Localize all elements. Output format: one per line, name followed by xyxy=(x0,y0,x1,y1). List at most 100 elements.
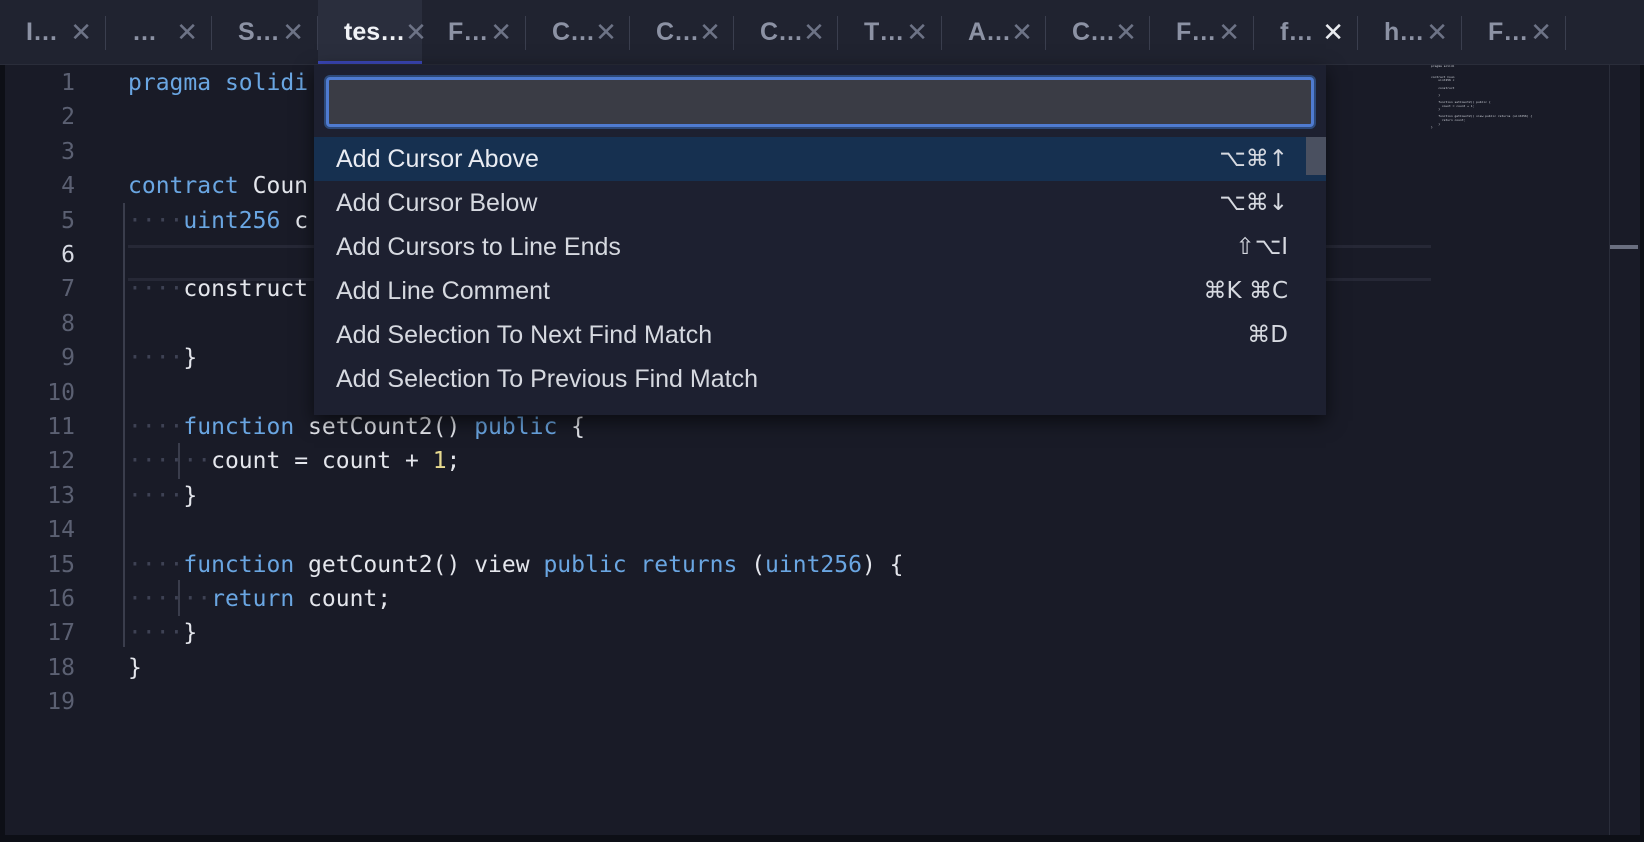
line-number: 15 xyxy=(47,551,75,578)
command-palette-item[interactable]: Add Selection To Next Find Match ⌘D xyxy=(314,313,1326,357)
minimap-line: uint256 c xyxy=(1431,78,1455,83)
line-number: 13 xyxy=(47,482,75,509)
tab-label: C… xyxy=(1072,17,1116,46)
tab-15[interactable]: F… ✕ xyxy=(1462,0,1566,64)
minimap-line: } xyxy=(1431,125,1433,130)
code-line[interactable]: ····function getCount2() view public ret… xyxy=(128,547,904,583)
tab-label: F… xyxy=(1488,17,1529,46)
line-number: 2 xyxy=(61,104,75,131)
tab-label: T… xyxy=(864,17,905,46)
line-number: 18 xyxy=(47,654,75,681)
close-icon[interactable]: ✕ xyxy=(1426,17,1448,48)
minimap-line: } xyxy=(1431,92,1441,97)
line-number: 4 xyxy=(61,173,75,200)
line-number: 3 xyxy=(61,138,75,165)
command-shortcut: ⇧⌥I xyxy=(1235,234,1288,260)
command-label: Add Line Comment xyxy=(336,276,551,305)
tab-9[interactable]: T… ✕ xyxy=(838,0,942,64)
command-palette-item[interactable]: Add Cursor Below ⌥⌘↓ xyxy=(314,181,1326,225)
close-icon[interactable]: ✕ xyxy=(1115,17,1137,48)
close-icon[interactable]: ✕ xyxy=(70,17,92,48)
close-icon[interactable]: ✕ xyxy=(1530,17,1552,48)
command-palette-item[interactable]: Add Cursors to Line Ends ⇧⌥I xyxy=(314,225,1326,269)
tab-label: C… xyxy=(656,17,700,46)
close-icon[interactable]: ✕ xyxy=(490,17,512,48)
minimap-line: pragma solidi xyxy=(1431,64,1455,68)
close-icon[interactable]: ✕ xyxy=(906,17,928,48)
tab-label: S… xyxy=(238,17,280,46)
code-line[interactable]: ······return count; xyxy=(128,581,391,617)
tab-5[interactable]: F… ✕ xyxy=(422,0,526,64)
command-shortcut: ⌘D xyxy=(1247,322,1288,348)
command-label: Add Cursor Above xyxy=(336,144,539,173)
tab-8[interactable]: C… ✕ xyxy=(734,0,838,64)
vertical-scrollbar[interactable] xyxy=(1609,65,1640,835)
close-icon[interactable]: ✕ xyxy=(1218,17,1240,48)
code-line[interactable]: ····uint256 c xyxy=(128,203,308,239)
tab-label: h… xyxy=(1384,17,1425,46)
code-line[interactable]: ····} xyxy=(128,340,197,376)
command-shortcut: ⌥⌘↑ xyxy=(1219,146,1288,172)
indent-guide xyxy=(178,580,180,616)
command-palette-scrollbar[interactable] xyxy=(1306,137,1326,175)
minimap-line: } xyxy=(1431,107,1441,112)
line-number: 19 xyxy=(47,689,75,716)
line-number: 5 xyxy=(61,207,75,234)
close-icon[interactable]: ✕ xyxy=(699,17,721,48)
tab-14[interactable]: h… ✕ xyxy=(1358,0,1462,64)
tab-13[interactable]: f… ✕ xyxy=(1254,0,1358,64)
tab-bar: I… ✕… ✕ S… ✕ tes… ✕ F… ✕ C… ✕ C… ✕ C… ✕ T… ✕ A… ✕ C… ✕ F… ✕ f… ✕… xyxy=(0,0,1644,65)
tab-label: f… xyxy=(1280,17,1314,46)
close-icon[interactable]: ✕ xyxy=(595,17,617,48)
bottom-border xyxy=(0,835,1644,842)
tab-7[interactable]: C… ✕ xyxy=(630,0,734,64)
close-icon[interactable]: ✕ xyxy=(803,17,825,48)
close-icon[interactable]: ✕ xyxy=(282,17,304,48)
tab-label: F… xyxy=(1176,17,1217,46)
tab-12[interactable]: F… ✕ xyxy=(1150,0,1254,64)
close-icon[interactable]: ✕ xyxy=(176,17,198,48)
line-number: 12 xyxy=(47,448,75,475)
command-label: Add Cursors to Line Ends xyxy=(336,232,621,261)
code-line[interactable]: ····construct xyxy=(128,271,308,307)
line-number: 7 xyxy=(61,276,75,303)
command-shortcut: ⌘K ⌘C xyxy=(1203,278,1288,304)
command-label: Add Selection To Previous Find Match xyxy=(336,364,758,393)
tab-3[interactable]: S… ✕ xyxy=(212,0,318,64)
tab-label: F… xyxy=(448,17,489,46)
minimap[interactable]: pragma solidi contract Coun uint256 c con… xyxy=(1431,65,1609,835)
code-line[interactable]: ····} xyxy=(128,478,197,514)
command-palette-input-wrapper[interactable] xyxy=(326,77,1314,127)
code-line[interactable]: ····} xyxy=(128,615,197,651)
tab-label: tes… xyxy=(344,17,406,46)
close-icon[interactable]: ✕ xyxy=(1322,17,1344,48)
tab-1[interactable]: I… ✕ xyxy=(0,0,106,64)
line-number: 17 xyxy=(47,620,75,647)
minimap-line: construct xyxy=(1431,85,1455,90)
tab-label: C… xyxy=(760,17,804,46)
line-number: 9 xyxy=(61,345,75,372)
command-shortcut: ⌥⌘↓ xyxy=(1219,190,1288,216)
code-line[interactable]: contract Coun xyxy=(128,168,308,204)
tab-label: A… xyxy=(968,17,1012,46)
line-number: 8 xyxy=(61,310,75,337)
line-number: 16 xyxy=(47,586,75,612)
tab-10[interactable]: A… ✕ xyxy=(942,0,1046,64)
command-palette-item[interactable]: Add Line Comment ⌘K ⌘C xyxy=(314,269,1326,313)
tab-label: I… xyxy=(26,17,58,46)
tab-6[interactable]: C… ✕ xyxy=(526,0,630,64)
tab-4[interactable]: tes… ✕ xyxy=(318,0,427,64)
line-number: 10 xyxy=(47,379,75,406)
command-label: Add Selection To Next Find Match xyxy=(336,320,713,349)
close-icon[interactable]: ✕ xyxy=(1011,17,1033,48)
indent-guide xyxy=(178,443,180,479)
code-line[interactable]: pragma solidi xyxy=(128,65,308,101)
command-palette-item[interactable]: Add Cursor Above ⌥⌘↑ xyxy=(314,137,1326,181)
tab-11[interactable]: C… ✕ xyxy=(1046,0,1150,64)
command-palette-item[interactable]: Add Selection To Previous Find Match xyxy=(314,357,1326,401)
tab-2[interactable]: … ✕ xyxy=(106,0,212,64)
command-palette-input[interactable] xyxy=(329,80,1311,124)
scrollbar-thumb[interactable] xyxy=(1610,245,1638,249)
code-line[interactable]: } xyxy=(128,650,142,686)
command-palette: Add Cursor Above ⌥⌘↑ Add Cursor Below ⌥⌘↓ Ad… xyxy=(314,65,1326,415)
